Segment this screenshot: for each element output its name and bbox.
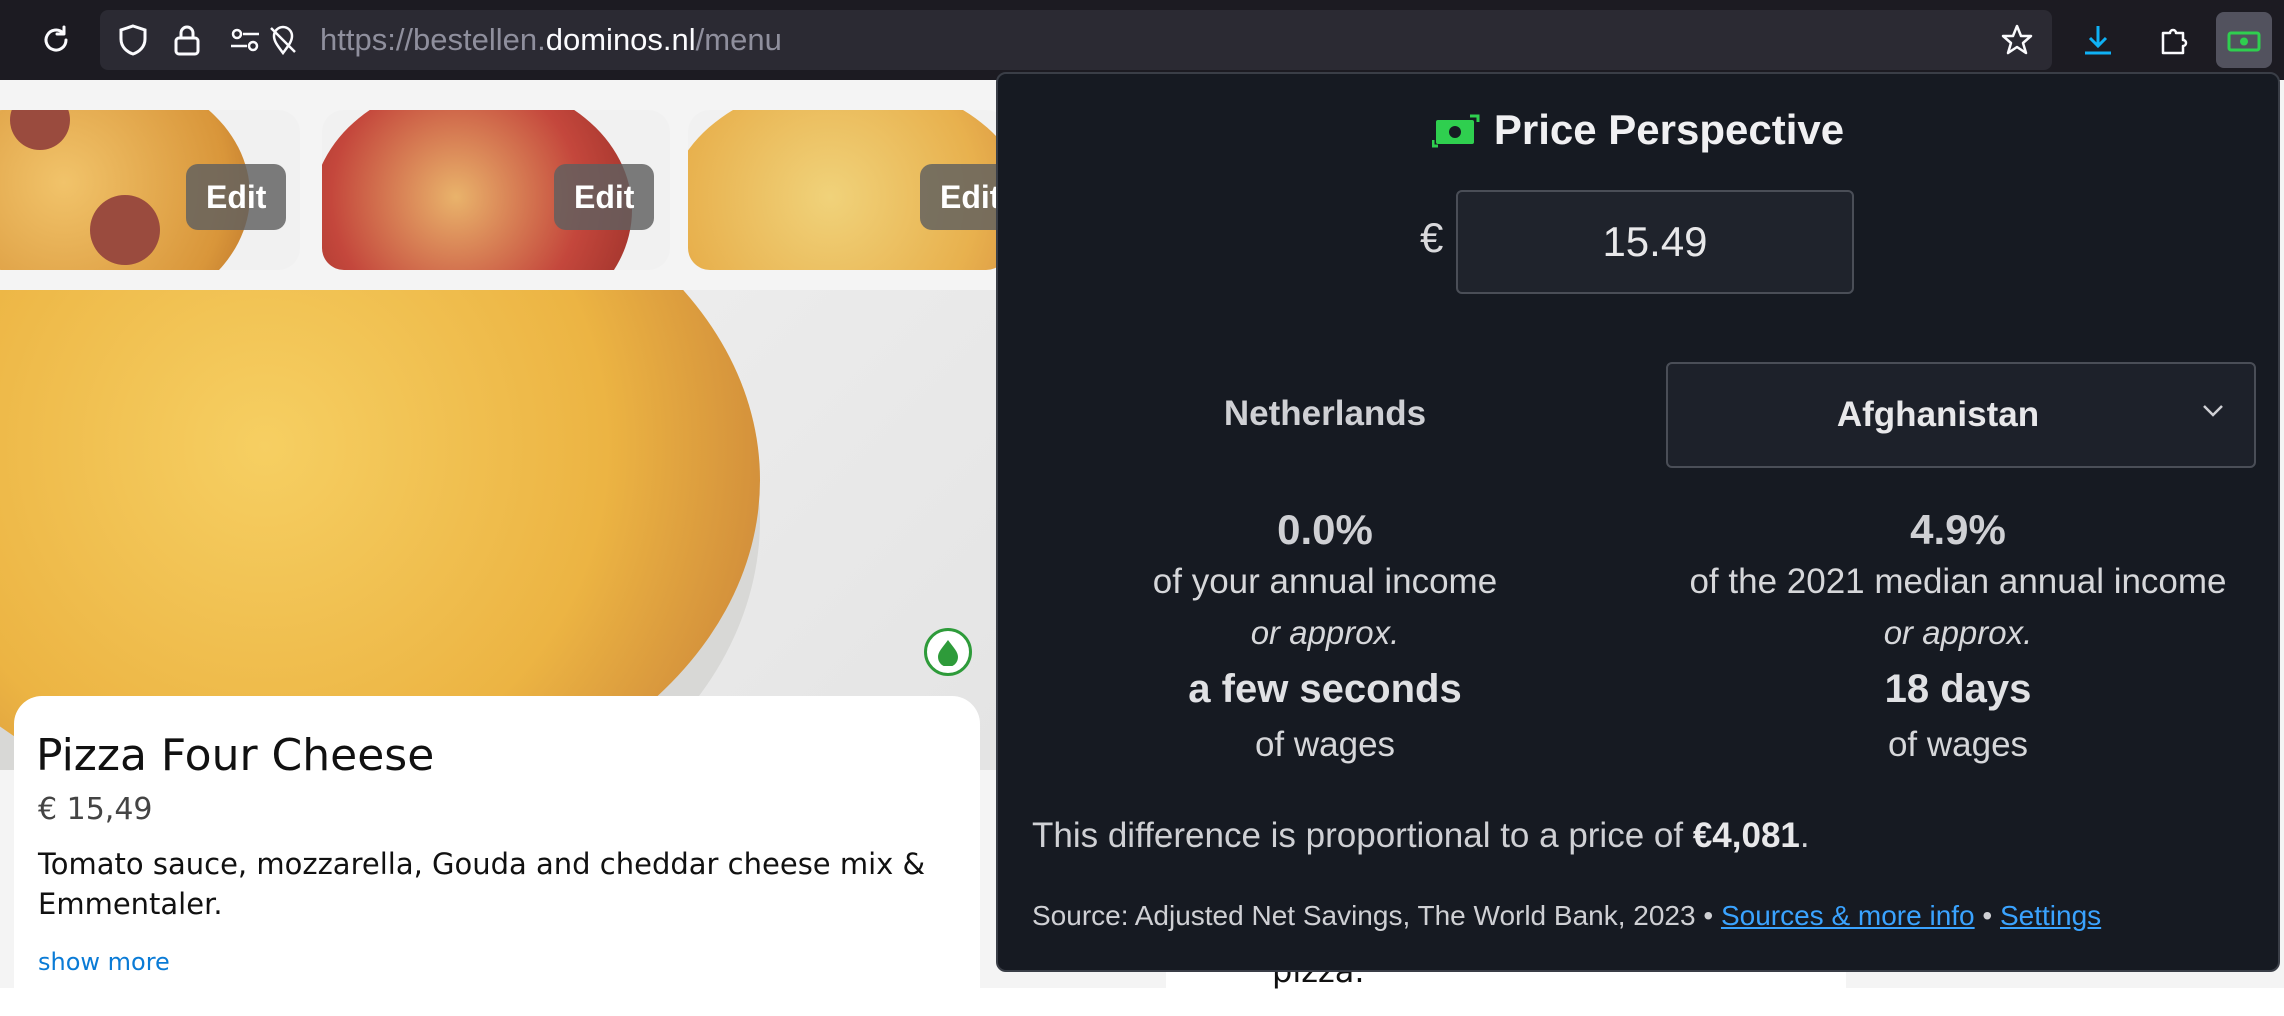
- home-stats: 0.0% of your annual income or approx. a …: [998, 504, 1652, 770]
- currency-symbol: €: [1420, 214, 1444, 261]
- puzzle-icon: [2161, 28, 2188, 55]
- price-perspective-extension-button[interactable]: [2216, 12, 2272, 68]
- compare-duration: 18 days: [1884, 667, 2032, 711]
- product-description: Tomato sauce, mozzarella, Gouda and ched…: [38, 847, 926, 921]
- product-title: Pizza Four Cheese: [36, 730, 435, 781]
- browser-toolbar: https://bestellen.dominos.nl/menu: [0, 0, 2284, 80]
- compare-country-select[interactable]: Afghanistan: [1666, 362, 2256, 468]
- tracking-protection-icon[interactable]: [116, 23, 150, 57]
- downloads-button[interactable]: [2070, 12, 2126, 68]
- pizza-thumbnail[interactable]: Edit: [0, 110, 300, 270]
- url-prefix: https://bestellen.: [320, 22, 546, 57]
- pizza-thumbnail[interactable]: Edit: [688, 110, 1008, 270]
- home-wages-label: of wages: [1254, 725, 1396, 764]
- compare-income-label: of the 2021 median annual income: [1689, 562, 2227, 601]
- edit-button[interactable]: Edit: [554, 164, 655, 230]
- product-price: € 15,49: [38, 792, 153, 827]
- compare-country-value: Afghanistan: [1836, 395, 2040, 434]
- home-duration: a few seconds: [1188, 667, 1462, 711]
- location-blocked-icon[interactable]: [266, 23, 300, 57]
- url-host: dominos.nl: [545, 22, 696, 57]
- home-country-label: Netherlands: [1223, 394, 1427, 433]
- difference-text: This difference is proportional to a pri…: [1032, 816, 1684, 855]
- popup-header: Price Perspective: [998, 106, 2278, 160]
- source-line: Source: Adjusted Net Savings, The World …: [1032, 900, 2101, 932]
- pizza-thumbnail[interactable]: Edit: [322, 110, 670, 270]
- pepperoni-slice: [90, 195, 160, 265]
- bookmark-star-icon[interactable]: [2000, 23, 2034, 57]
- lock-icon[interactable]: [170, 23, 204, 57]
- compare-wages-label: of wages: [1887, 725, 2029, 764]
- show-more-link[interactable]: show more: [38, 948, 170, 976]
- extensions-button[interactable]: [2146, 12, 2202, 68]
- difference-statement: This difference is proportional to a pri…: [1032, 816, 1810, 856]
- money-icon: [1431, 112, 1480, 160]
- reload-icon: [44, 25, 68, 52]
- difference-value: €4,081: [1692, 816, 1800, 855]
- money-icon: [2227, 31, 2261, 52]
- download-icon: [2085, 26, 2111, 55]
- source-text: Source: Adjusted Net Savings, The World …: [1032, 900, 1714, 931]
- product-card[interactable]: Pizza Four Cheese € 15,49 Tomato sauce, …: [14, 696, 980, 1016]
- home-income-label: of your annual income: [1152, 562, 1498, 601]
- popup-title: Price Perspective: [1493, 106, 1845, 153]
- vegetarian-icon: [924, 628, 972, 676]
- sources-link[interactable]: Sources & more info: [1721, 900, 1975, 931]
- compare-percent: 4.9%: [1910, 506, 2006, 553]
- edit-button[interactable]: Edit: [920, 164, 1008, 230]
- url-path: /menu: [695, 22, 782, 57]
- permissions-icon[interactable]: [228, 23, 262, 57]
- home-approx-label: or approx.: [1250, 614, 1400, 651]
- edit-button[interactable]: Edit: [186, 164, 287, 230]
- source-separator: •: [1982, 900, 1993, 931]
- url-text[interactable]: https://bestellen.dominos.nl/menu: [320, 10, 782, 70]
- settings-link[interactable]: Settings: [2000, 900, 2101, 931]
- price-perspective-popup: Price Perspective € Netherlands Afghanis…: [996, 72, 2280, 972]
- price-input[interactable]: [1456, 190, 1854, 294]
- address-bar[interactable]: https://bestellen.dominos.nl/menu: [100, 10, 2052, 70]
- chevron-down-icon: [2203, 405, 2223, 417]
- reload-button[interactable]: [28, 12, 84, 68]
- home-percent: 0.0%: [1277, 506, 1373, 553]
- compare-stats: 4.9% of the 2021 median annual income or…: [1628, 504, 2284, 770]
- compare-approx-label: or approx.: [1883, 614, 2033, 651]
- difference-end: .: [1799, 816, 1810, 855]
